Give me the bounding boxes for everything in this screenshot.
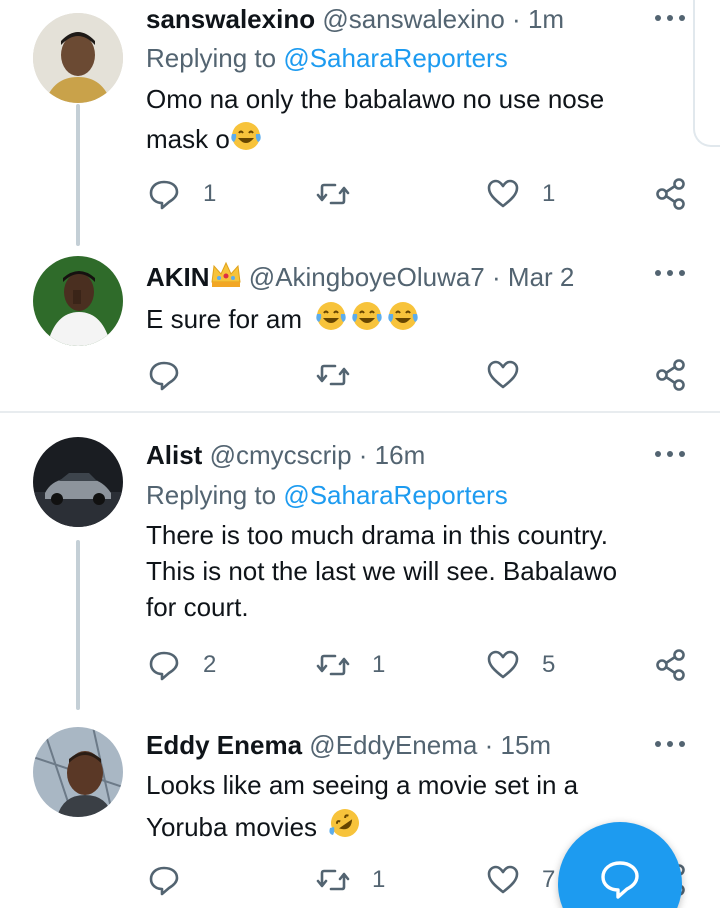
reply-button[interactable]: 2 (147, 645, 216, 685)
handle[interactable]: @cmycscrip (210, 440, 352, 470)
display-name[interactable]: Eddy Enema (146, 730, 302, 760)
crown-icon (210, 261, 241, 287)
avatar[interactable] (33, 13, 123, 103)
tweet-text-line-2: This is not the last we will see. Babala… (146, 556, 618, 586)
handle[interactable]: @AkingboyeOluwa7 (249, 262, 485, 292)
tweet-text-line-2: mask o (146, 120, 262, 155)
retweet-icon (316, 869, 350, 891)
separator: · (512, 4, 521, 34)
timestamp[interactable]: 16m (375, 440, 426, 470)
separator: · (358, 440, 368, 470)
share-button[interactable] (654, 174, 688, 214)
tweet-header: Eddy Enema @EddyEnema · 15m (146, 730, 551, 761)
retweet-button[interactable]: 1 (316, 645, 385, 685)
handle[interactable]: @EddyEnema (309, 730, 477, 760)
separator: · (492, 262, 501, 292)
thread-divider (0, 411, 720, 413)
reply-icon (149, 866, 179, 896)
tweet-actions: 1 1 (0, 174, 720, 214)
retweet-count: 1 (372, 866, 386, 893)
tweet-text-line-1: There is too much drama in this country. (146, 520, 608, 550)
tweet-text: mask o (146, 124, 230, 154)
compose-reply-icon (601, 861, 639, 899)
more-options-button[interactable] (655, 739, 685, 749)
reply-button[interactable] (147, 355, 181, 395)
reply-icon (149, 361, 179, 391)
like-button[interactable]: 5 (486, 645, 555, 685)
tweet-actions: 2 1 5 (0, 645, 720, 685)
face-with-tears-of-joy-icon (316, 302, 346, 330)
like-count: 7 (542, 866, 556, 893)
tweet-actions (0, 355, 720, 395)
tweet-header: AKIN @AkingboyeOluwa7 · Mar 2 (146, 260, 574, 293)
reply-count: 2 (203, 651, 217, 678)
tweet-text: Yoruba movies (146, 812, 318, 842)
display-name[interactable]: Alist (146, 440, 202, 470)
heart-icon (487, 650, 519, 679)
tweet-header: sanswalexino @sanswalexino · 1m (146, 4, 564, 35)
reply-count: 1 (203, 180, 217, 207)
more-options-button[interactable] (655, 268, 685, 278)
timestamp[interactable]: 1m (528, 4, 564, 34)
tweet-text-line-1: Looks like am seeing a movie set in a (146, 770, 579, 800)
display-name[interactable]: AKIN (146, 262, 210, 292)
tweet-header: Alist @cmycscrip · 16m (146, 440, 425, 471)
replying-to: Replying to @SaharaReporters (146, 480, 508, 511)
share-icon (656, 178, 685, 210)
share-button[interactable] (654, 645, 688, 685)
compose-reply-button[interactable] (558, 822, 682, 908)
rolling-on-floor-laughing-icon (329, 809, 360, 837)
tweet-text-line-2: Yoruba movies (146, 806, 362, 843)
reply-button[interactable]: 1 (147, 174, 216, 214)
face-with-tears-of-joy-icon (231, 122, 261, 150)
overlay-card-edge (693, 0, 720, 147)
like-count: 5 (542, 651, 556, 678)
retweet-icon (316, 183, 350, 205)
share-icon (656, 649, 685, 681)
share-icon (656, 359, 685, 391)
replying-to-label: Replying to (146, 43, 277, 73)
reply-icon (149, 180, 179, 210)
heart-icon (487, 865, 519, 894)
separator: · (484, 730, 494, 760)
more-options-button[interactable] (655, 449, 685, 459)
retweet-count: 1 (372, 651, 386, 678)
heart-icon (487, 179, 519, 208)
avatar[interactable] (33, 437, 123, 527)
timestamp[interactable]: Mar 2 (508, 262, 574, 292)
like-button[interactable]: 7 (486, 860, 555, 900)
tweet-replies-view: sanswalexino @sanswalexino · 1m Replying… (0, 0, 720, 908)
avatar[interactable] (33, 256, 123, 346)
replying-to: Replying to @SaharaReporters (146, 43, 508, 74)
like-button[interactable]: 1 (486, 174, 555, 214)
face-with-tears-of-joy-icon (388, 302, 418, 330)
timestamp[interactable]: 15m (500, 730, 551, 760)
heart-icon (487, 360, 519, 389)
replying-to-label: Replying to (146, 480, 277, 510)
like-count: 1 (542, 180, 556, 207)
retweet-button[interactable] (316, 355, 350, 395)
replying-to-link[interactable]: @SaharaReporters (283, 480, 507, 510)
more-options-button[interactable] (655, 13, 685, 23)
replying-to-link[interactable]: @SaharaReporters (283, 43, 507, 73)
avatar[interactable] (33, 727, 123, 817)
like-button[interactable] (486, 355, 520, 395)
retweet-button[interactable] (316, 174, 372, 214)
retweet-icon (316, 364, 350, 386)
share-button[interactable] (654, 355, 688, 395)
reply-icon (149, 651, 179, 681)
handle[interactable]: @sanswalexino (322, 4, 504, 34)
tweet-text-line-1: E sure for am (146, 300, 419, 335)
reply-button[interactable] (147, 860, 181, 900)
face-with-tears-of-joy-icon (352, 302, 382, 330)
retweet-icon (316, 654, 350, 676)
tweet-text-line-1: Omo na only the babalawo no use nose (146, 84, 605, 114)
tweet-text-line-3: for court. (146, 592, 249, 622)
retweet-button[interactable]: 1 (316, 860, 385, 900)
display-name[interactable]: sanswalexino (146, 4, 315, 34)
tweet-text: E sure for am (146, 304, 303, 334)
